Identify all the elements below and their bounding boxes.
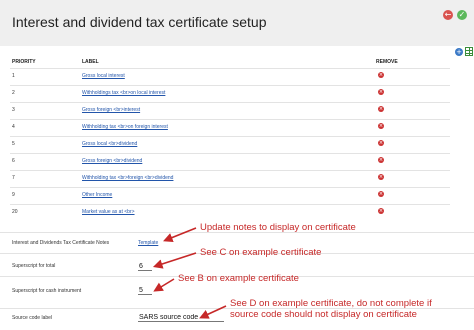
page-title: Interest and dividend tax certificate se… (12, 14, 267, 30)
superscript-total-label: Superscript for total (12, 263, 56, 269)
label-link[interactable]: Withholdings tax <br>on local interest (82, 90, 165, 96)
annotation-superscript-cash: See B on example certificate (178, 273, 299, 284)
template-link[interactable]: Template (138, 240, 158, 246)
label-link[interactable]: Gross foreign <br>dividend (82, 158, 142, 164)
table-row: 7 Withholding tax <br>foreign <br>divide… (10, 170, 450, 187)
priority-cell: 5 (12, 141, 15, 147)
table-row: 3 Gross foreign <br>interest × (10, 102, 450, 119)
table-row: 1 Gross local interest × (10, 68, 450, 85)
source-code-input[interactable] (138, 313, 224, 322)
priority-cell: 6 (12, 158, 15, 164)
remove-icon[interactable]: × (378, 140, 384, 146)
remove-icon[interactable]: × (378, 157, 384, 163)
remove-icon[interactable]: × (378, 123, 384, 129)
priority-cell: 20 (12, 209, 18, 215)
label-link[interactable]: Market value as at <br> (82, 209, 135, 215)
annotation-superscript-total: See C on example certificate (200, 247, 322, 258)
grid-view-icon[interactable] (465, 47, 473, 56)
remove-icon[interactable]: × (378, 89, 384, 95)
superscript-total-input[interactable] (138, 262, 152, 271)
label-link[interactable]: Withholding tax <br>foreign <br>dividend (82, 175, 173, 181)
annotation-source-code-line1: See D on example certificate, do not com… (230, 298, 432, 309)
column-header-remove: REMOVE (376, 59, 398, 65)
priority-cell: 4 (12, 124, 15, 130)
page-header: Interest and dividend tax certificate se… (0, 0, 474, 46)
back-icon[interactable]: ← (443, 10, 453, 20)
checkmark-icon[interactable]: ✓ (457, 10, 467, 20)
remove-icon[interactable]: × (378, 72, 384, 78)
priority-cell: 3 (12, 107, 15, 113)
label-link[interactable]: Gross local <br>dividend (82, 141, 137, 147)
remove-icon[interactable]: × (378, 191, 384, 197)
annotation-notes: Update notes to display on certificate (200, 222, 356, 233)
table-row: 9 Other Income × (10, 187, 450, 204)
priority-cell: 7 (12, 175, 15, 181)
annotation-source-code-line2: source code should not display on certif… (230, 309, 417, 320)
table-row: 2 Withholdings tax <br>on local interest… (10, 85, 450, 102)
remove-icon[interactable]: × (378, 174, 384, 180)
source-code-label: Source code label (12, 315, 53, 321)
label-link[interactable]: Other Income (82, 192, 112, 198)
priority-cell: 1 (12, 73, 15, 79)
label-link[interactable]: Gross local interest (82, 73, 125, 79)
remove-icon[interactable]: × (378, 208, 384, 214)
table-row: 5 Gross local <br>dividend × (10, 136, 450, 153)
table-row: 20 Market value as at <br> × (10, 204, 450, 221)
priority-cell: 9 (12, 192, 15, 198)
table-row: 4 Withholding tax <br>on foreign interes… (10, 119, 450, 136)
label-link[interactable]: Gross foreign <br>interest (82, 107, 140, 113)
remove-icon[interactable]: × (378, 106, 384, 112)
superscript-cash-label: Superscript for cash instrument (12, 288, 82, 294)
label-link[interactable]: Withholding tax <br>on foreign interest (82, 124, 168, 130)
add-icon[interactable]: + (455, 48, 463, 56)
column-header-label: LABEL (82, 59, 99, 65)
column-header-priority: PRIORITY (12, 59, 36, 65)
notes-label: Interest and Dividends Tax Certificate N… (12, 240, 110, 246)
superscript-cash-input[interactable] (138, 286, 152, 295)
priority-cell: 2 (12, 90, 15, 96)
table-row: 6 Gross foreign <br>dividend × (10, 153, 450, 170)
